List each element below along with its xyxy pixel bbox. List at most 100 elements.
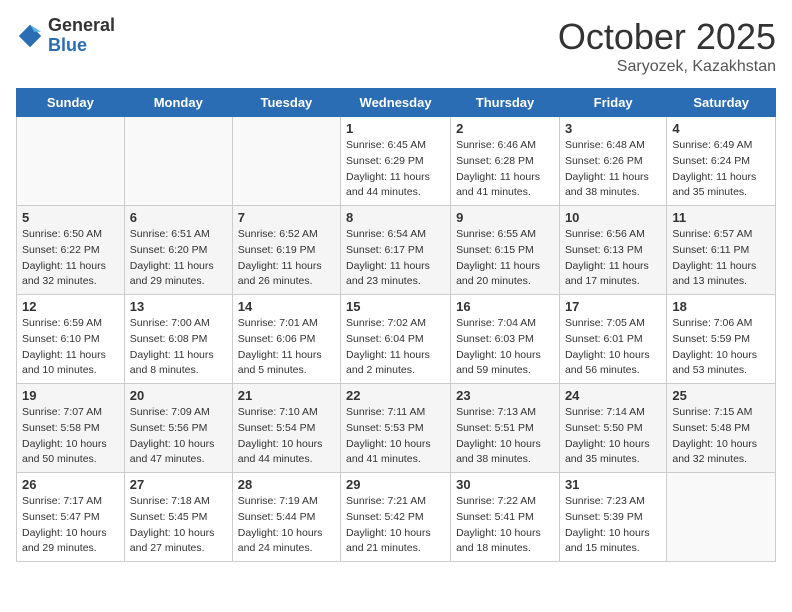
day-cell: 4 Sunrise: 6:49 AM Sunset: 6:24 PM Dayli… bbox=[667, 117, 776, 206]
sunset-text: Sunset: 5:53 PM bbox=[346, 422, 424, 434]
day-cell: 15 Sunrise: 7:02 AM Sunset: 6:04 PM Dayl… bbox=[341, 295, 451, 384]
day-number: 29 bbox=[346, 477, 445, 492]
sunset-text: Sunset: 6:29 PM bbox=[346, 155, 424, 167]
day-info: Sunrise: 7:19 AM Sunset: 5:44 PM Dayligh… bbox=[238, 494, 335, 557]
day-info: Sunrise: 6:50 AM Sunset: 6:22 PM Dayligh… bbox=[22, 227, 119, 290]
day-cell: 30 Sunrise: 7:22 AM Sunset: 5:41 PM Dayl… bbox=[451, 473, 560, 562]
daylight-text: Daylight: 10 hours and 44 minutes. bbox=[238, 438, 323, 466]
day-cell: 22 Sunrise: 7:11 AM Sunset: 5:53 PM Dayl… bbox=[341, 384, 451, 473]
daylight-text: Daylight: 10 hours and 41 minutes. bbox=[346, 438, 431, 466]
daylight-text: Daylight: 10 hours and 38 minutes. bbox=[456, 438, 541, 466]
sunrise-text: Sunrise: 7:19 AM bbox=[238, 495, 318, 507]
day-number: 30 bbox=[456, 477, 554, 492]
day-cell: 13 Sunrise: 7:00 AM Sunset: 6:08 PM Dayl… bbox=[124, 295, 232, 384]
day-cell: 3 Sunrise: 6:48 AM Sunset: 6:26 PM Dayli… bbox=[559, 117, 666, 206]
sunset-text: Sunset: 5:45 PM bbox=[130, 511, 208, 523]
sunset-text: Sunset: 5:44 PM bbox=[238, 511, 316, 523]
day-number: 1 bbox=[346, 121, 445, 136]
sunrise-text: Sunrise: 7:11 AM bbox=[346, 406, 425, 418]
sunrise-text: Sunrise: 7:04 AM bbox=[456, 317, 536, 329]
day-number: 16 bbox=[456, 299, 554, 314]
sunrise-text: Sunrise: 7:14 AM bbox=[565, 406, 645, 418]
daylight-text: Daylight: 11 hours and 26 minutes. bbox=[238, 260, 322, 288]
logo-blue: Blue bbox=[48, 36, 115, 56]
day-info: Sunrise: 7:05 AM Sunset: 6:01 PM Dayligh… bbox=[565, 316, 661, 379]
day-number: 24 bbox=[565, 388, 661, 403]
day-number: 6 bbox=[130, 210, 227, 225]
daylight-text: Daylight: 10 hours and 27 minutes. bbox=[130, 527, 215, 555]
day-info: Sunrise: 7:15 AM Sunset: 5:48 PM Dayligh… bbox=[672, 405, 770, 468]
daylight-text: Daylight: 10 hours and 15 minutes. bbox=[565, 527, 650, 555]
sunrise-text: Sunrise: 6:56 AM bbox=[565, 228, 645, 240]
sunset-text: Sunset: 5:54 PM bbox=[238, 422, 316, 434]
day-cell: 8 Sunrise: 6:54 AM Sunset: 6:17 PM Dayli… bbox=[341, 206, 451, 295]
day-cell: 31 Sunrise: 7:23 AM Sunset: 5:39 PM Dayl… bbox=[559, 473, 666, 562]
day-cell: 18 Sunrise: 7:06 AM Sunset: 5:59 PM Dayl… bbox=[667, 295, 776, 384]
daylight-text: Daylight: 10 hours and 21 minutes. bbox=[346, 527, 431, 555]
day-info: Sunrise: 7:21 AM Sunset: 5:42 PM Dayligh… bbox=[346, 494, 445, 557]
sunset-text: Sunset: 6:13 PM bbox=[565, 244, 643, 256]
day-number: 9 bbox=[456, 210, 554, 225]
day-info: Sunrise: 7:18 AM Sunset: 5:45 PM Dayligh… bbox=[130, 494, 227, 557]
day-info: Sunrise: 7:04 AM Sunset: 6:03 PM Dayligh… bbox=[456, 316, 554, 379]
day-number: 22 bbox=[346, 388, 445, 403]
day-info: Sunrise: 6:56 AM Sunset: 6:13 PM Dayligh… bbox=[565, 227, 661, 290]
sunrise-text: Sunrise: 6:54 AM bbox=[346, 228, 426, 240]
week-row-1: 1 Sunrise: 6:45 AM Sunset: 6:29 PM Dayli… bbox=[17, 117, 776, 206]
day-cell: 21 Sunrise: 7:10 AM Sunset: 5:54 PM Dayl… bbox=[232, 384, 340, 473]
week-row-4: 19 Sunrise: 7:07 AM Sunset: 5:58 PM Dayl… bbox=[17, 384, 776, 473]
day-info: Sunrise: 7:02 AM Sunset: 6:04 PM Dayligh… bbox=[346, 316, 445, 379]
daylight-text: Daylight: 11 hours and 44 minutes. bbox=[346, 171, 430, 199]
day-number: 15 bbox=[346, 299, 445, 314]
day-number: 12 bbox=[22, 299, 119, 314]
sunset-text: Sunset: 6:22 PM bbox=[22, 244, 100, 256]
day-info: Sunrise: 7:17 AM Sunset: 5:47 PM Dayligh… bbox=[22, 494, 119, 557]
day-cell: 1 Sunrise: 6:45 AM Sunset: 6:29 PM Dayli… bbox=[341, 117, 451, 206]
day-number: 20 bbox=[130, 388, 227, 403]
day-info: Sunrise: 7:06 AM Sunset: 5:59 PM Dayligh… bbox=[672, 316, 770, 379]
sunset-text: Sunset: 5:59 PM bbox=[672, 333, 750, 345]
sunrise-text: Sunrise: 7:15 AM bbox=[672, 406, 752, 418]
day-info: Sunrise: 7:07 AM Sunset: 5:58 PM Dayligh… bbox=[22, 405, 119, 468]
day-number: 7 bbox=[238, 210, 335, 225]
day-number: 4 bbox=[672, 121, 770, 136]
day-cell: 10 Sunrise: 6:56 AM Sunset: 6:13 PM Dayl… bbox=[559, 206, 666, 295]
daylight-text: Daylight: 11 hours and 17 minutes. bbox=[565, 260, 649, 288]
day-number: 18 bbox=[672, 299, 770, 314]
day-number: 10 bbox=[565, 210, 661, 225]
sunrise-text: Sunrise: 7:21 AM bbox=[346, 495, 426, 507]
day-number: 11 bbox=[672, 210, 770, 225]
daylight-text: Daylight: 10 hours and 59 minutes. bbox=[456, 349, 541, 377]
day-info: Sunrise: 7:09 AM Sunset: 5:56 PM Dayligh… bbox=[130, 405, 227, 468]
week-row-3: 12 Sunrise: 6:59 AM Sunset: 6:10 PM Dayl… bbox=[17, 295, 776, 384]
day-info: Sunrise: 6:51 AM Sunset: 6:20 PM Dayligh… bbox=[130, 227, 227, 290]
title-section: October 2025 Saryozek, Kazakhstan bbox=[558, 16, 776, 76]
day-number: 21 bbox=[238, 388, 335, 403]
sunrise-text: Sunrise: 6:48 AM bbox=[565, 139, 645, 151]
day-number: 25 bbox=[672, 388, 770, 403]
sunrise-text: Sunrise: 7:05 AM bbox=[565, 317, 645, 329]
day-number: 31 bbox=[565, 477, 661, 492]
day-cell: 14 Sunrise: 7:01 AM Sunset: 6:06 PM Dayl… bbox=[232, 295, 340, 384]
day-cell: 2 Sunrise: 6:46 AM Sunset: 6:28 PM Dayli… bbox=[451, 117, 560, 206]
day-cell bbox=[667, 473, 776, 562]
daylight-text: Daylight: 11 hours and 2 minutes. bbox=[346, 349, 430, 377]
header-thursday: Thursday bbox=[451, 89, 560, 117]
sunrise-text: Sunrise: 7:23 AM bbox=[565, 495, 645, 507]
daylight-text: Daylight: 10 hours and 32 minutes. bbox=[672, 438, 757, 466]
logo: General Blue bbox=[16, 16, 115, 56]
day-info: Sunrise: 7:10 AM Sunset: 5:54 PM Dayligh… bbox=[238, 405, 335, 468]
sunset-text: Sunset: 5:48 PM bbox=[672, 422, 750, 434]
header-saturday: Saturday bbox=[667, 89, 776, 117]
sunrise-text: Sunrise: 7:10 AM bbox=[238, 406, 318, 418]
day-info: Sunrise: 7:11 AM Sunset: 5:53 PM Dayligh… bbox=[346, 405, 445, 468]
sunset-text: Sunset: 6:20 PM bbox=[130, 244, 208, 256]
day-cell: 28 Sunrise: 7:19 AM Sunset: 5:44 PM Dayl… bbox=[232, 473, 340, 562]
daylight-text: Daylight: 10 hours and 29 minutes. bbox=[22, 527, 107, 555]
day-info: Sunrise: 7:13 AM Sunset: 5:51 PM Dayligh… bbox=[456, 405, 554, 468]
sunrise-text: Sunrise: 7:17 AM bbox=[22, 495, 102, 507]
header-tuesday: Tuesday bbox=[232, 89, 340, 117]
day-info: Sunrise: 6:45 AM Sunset: 6:29 PM Dayligh… bbox=[346, 138, 445, 201]
daylight-text: Daylight: 11 hours and 41 minutes. bbox=[456, 171, 540, 199]
sunset-text: Sunset: 5:51 PM bbox=[456, 422, 534, 434]
